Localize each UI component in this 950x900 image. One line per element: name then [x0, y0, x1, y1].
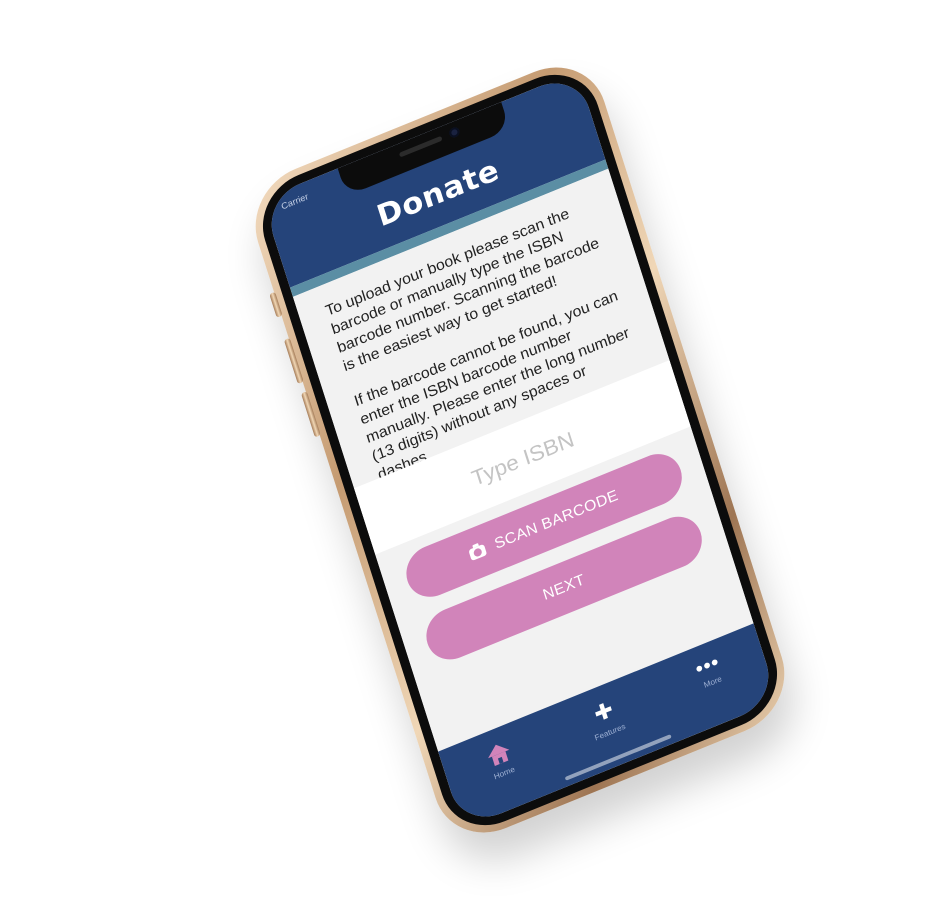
- puzzle-icon: ✚: [591, 696, 617, 728]
- status-carrier: Carrier: [280, 191, 310, 212]
- more-dots-icon: •••: [692, 651, 723, 681]
- next-label: NEXT: [540, 571, 587, 604]
- tab-home-label: Home: [492, 764, 516, 782]
- front-camera: [448, 125, 461, 139]
- phone-mockup: Carrier Donate To upload your book pleas…: [241, 50, 799, 850]
- stage: Carrier Donate To upload your book pleas…: [0, 0, 950, 900]
- camera-icon: [468, 543, 488, 562]
- home-icon: [484, 740, 512, 768]
